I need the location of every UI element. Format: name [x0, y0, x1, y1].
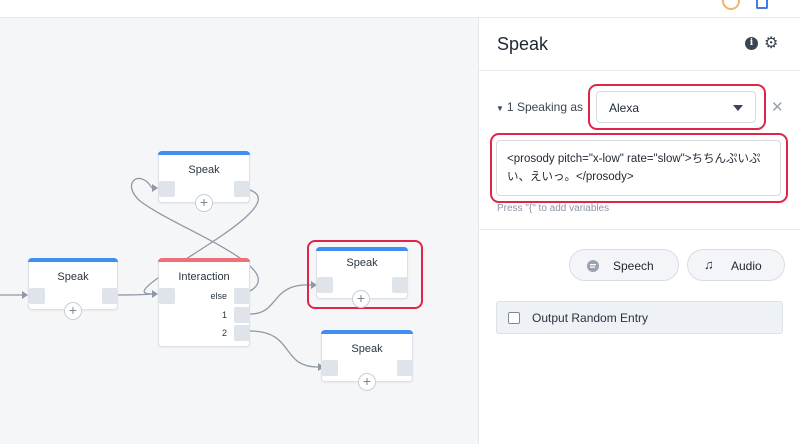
port-label-2: 2	[221, 328, 227, 338]
gear-icon[interactable]: ⚙	[764, 33, 778, 53]
node-title: Speak	[351, 343, 383, 355]
divider	[479, 229, 800, 230]
speech-button[interactable]: Speech	[569, 249, 679, 281]
port-label-else: else	[210, 291, 227, 301]
music-note-icon: ♫	[704, 257, 714, 272]
node-accent-bar	[28, 258, 118, 262]
output-port-2[interactable]	[234, 325, 250, 341]
node-accent-bar	[321, 330, 413, 334]
audio-button[interactable]: ♫ Audio	[687, 249, 785, 281]
document-icon[interactable]	[756, 0, 768, 9]
close-icon[interactable]: ✕	[771, 98, 784, 116]
input-port[interactable]	[159, 288, 175, 304]
output-port-else[interactable]	[234, 288, 250, 304]
speaking-as-label: Speaking as	[516, 100, 583, 114]
voice-select-value: Alexa	[609, 101, 640, 115]
input-port[interactable]	[29, 288, 45, 304]
status-icon[interactable]	[722, 0, 740, 10]
speech-button-label: Speech	[613, 259, 654, 273]
node-accent-bar	[158, 258, 250, 262]
output-port[interactable]	[392, 277, 408, 293]
divider	[479, 70, 800, 71]
output-random-entry-row[interactable]: Output Random Entry	[496, 301, 783, 334]
add-step-button[interactable]: +	[64, 302, 82, 320]
node-title: Interaction	[178, 271, 230, 283]
flow-canvas[interactable]: Speak + Speak + Interaction else 1 2 Spe…	[0, 18, 478, 444]
info-icon[interactable]: i	[745, 37, 758, 50]
ssml-textarea[interactable]: <prosody pitch="x-low" rate="slow">ちちんぷい…	[496, 140, 781, 196]
speaking-section-toggle[interactable]: ▼ 1 Speaking as	[496, 100, 583, 114]
properties-panel: Speak i ⚙ ▼ 1 Speaking as Alexa ✕ <prosod…	[478, 18, 800, 444]
connection-2-to-speak	[249, 330, 319, 368]
output-port-1[interactable]	[234, 307, 250, 323]
node-title: Speak	[57, 271, 89, 283]
node-accent-bar	[316, 247, 408, 251]
variables-hint: Press "{" to add variables	[497, 203, 610, 214]
speech-bubble-icon	[587, 260, 599, 272]
output-random-checkbox[interactable]	[508, 312, 520, 324]
output-port[interactable]	[234, 181, 250, 197]
node-title: Speak	[188, 164, 220, 176]
interaction-node[interactable]: Interaction else 1 2	[158, 258, 250, 347]
input-port[interactable]	[322, 360, 338, 376]
add-step-button[interactable]: +	[195, 194, 213, 212]
output-random-label: Output Random Entry	[532, 311, 649, 325]
input-port[interactable]	[159, 181, 175, 197]
caret-down-icon: ▼	[496, 104, 504, 113]
chevron-down-icon	[733, 105, 743, 111]
voice-select[interactable]: Alexa	[596, 91, 756, 123]
input-port[interactable]	[317, 277, 333, 293]
output-port[interactable]	[102, 288, 118, 304]
node-title: Speak	[346, 257, 378, 269]
add-step-button[interactable]: +	[352, 290, 370, 308]
output-port[interactable]	[397, 360, 413, 376]
audio-button-label: Audio	[731, 259, 762, 273]
panel-title: Speak	[497, 34, 549, 54]
node-accent-bar	[158, 151, 250, 155]
connection-1-to-speak	[249, 284, 312, 315]
port-label-1: 1	[221, 310, 227, 320]
add-step-button[interactable]: +	[358, 373, 376, 391]
speaking-index: 1	[506, 100, 514, 114]
top-bar	[0, 0, 800, 18]
